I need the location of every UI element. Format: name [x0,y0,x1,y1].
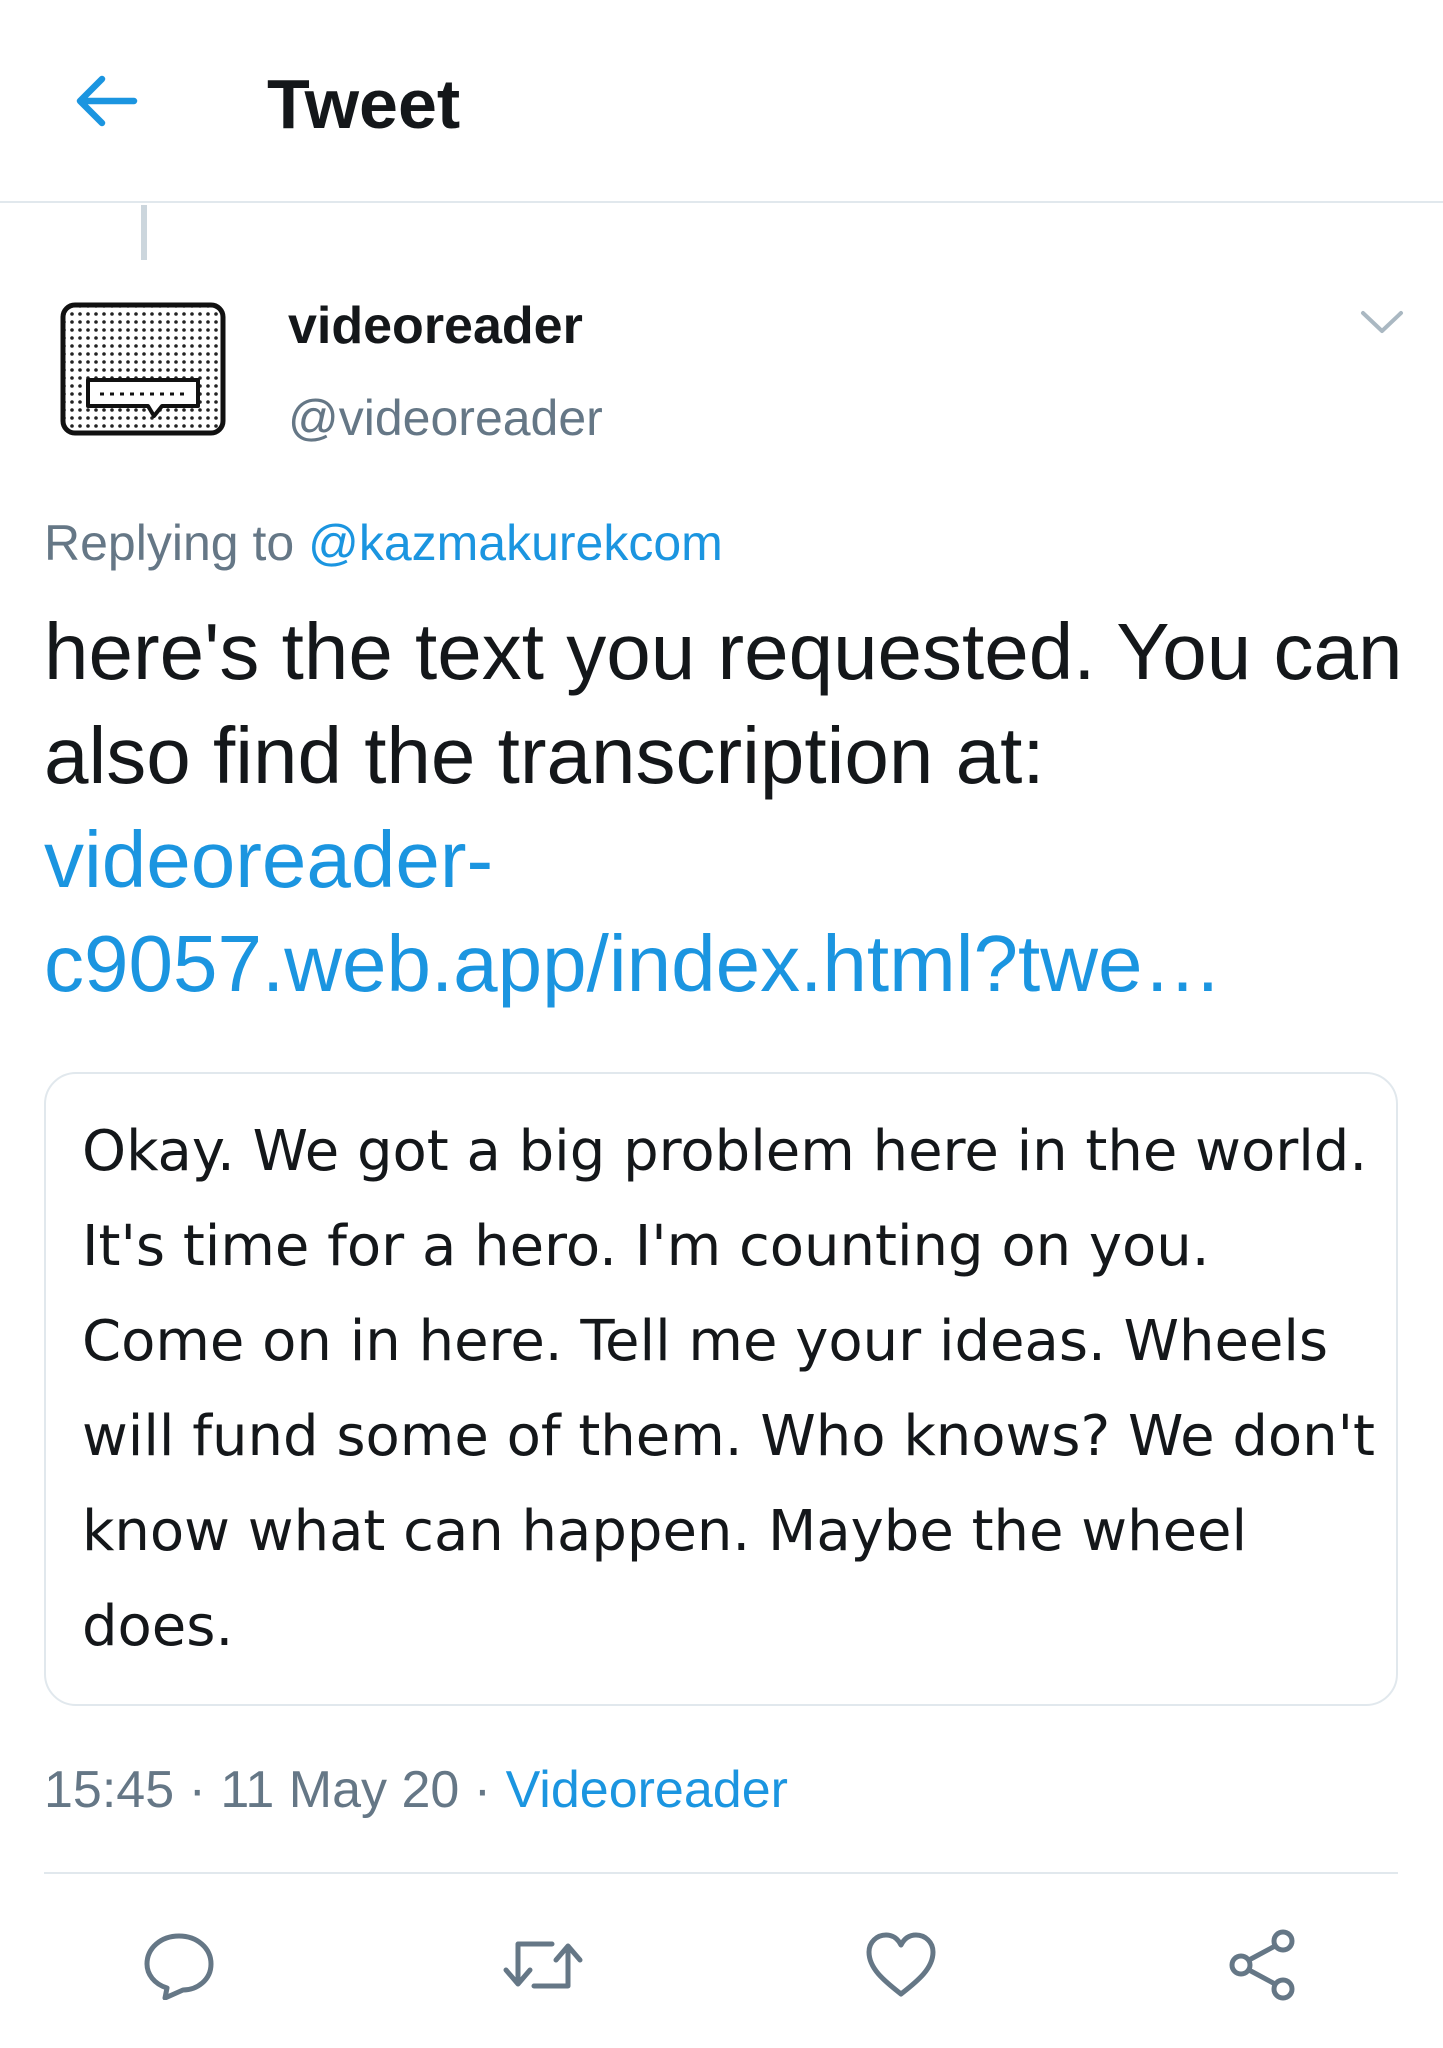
chevron-down-icon [1361,311,1403,333]
share-icon [1229,1929,1295,2001]
quote-card[interactable]: Okay. We got a big problem here in the w… [44,1072,1398,1706]
arrow-left-icon [76,75,138,127]
author-handle[interactable]: @videoreader [288,388,603,448]
tweet-source-link[interactable]: Videoreader [506,1761,788,1819]
avatar[interactable] [60,302,226,436]
tweet-meta: 15:45 · 11 May 20 · Videoreader [44,1758,788,1822]
tweet-menu-button[interactable] [1352,298,1412,346]
page-title: Tweet [267,65,461,143]
retweet-icon [503,1941,583,1989]
like-button[interactable] [856,1920,946,2010]
meta-separator: · [473,1761,492,1819]
reply-icon [144,1933,214,2000]
transcription-link[interactable]: videoreader-c9057.web.app/index.html?twe… [44,815,1222,1008]
replying-prefix: Replying to [44,515,295,571]
divider [44,1872,1398,1874]
tweet-text: here's the text you requested. You can a… [44,600,1404,1016]
meta-separator: · [188,1761,206,1819]
replying-to: Replying to @kazmakurekcom [44,512,723,574]
replying-to-handle-link[interactable]: @kazmakurekcom [308,515,723,571]
like-icon [866,1932,936,1997]
top-bar: Tweet [0,0,1443,203]
thread-connector-line [141,205,147,260]
retweet-button[interactable] [498,1920,588,2010]
reply-button[interactable] [134,1920,224,2010]
back-button[interactable] [62,58,148,144]
speech-bubble-avatar-icon [60,302,226,436]
share-button[interactable] [1218,1920,1308,2010]
quote-text: Okay. We got a big problem here in the w… [82,1119,1376,1659]
author-display-name[interactable]: videoreader [288,296,583,356]
tweet-body-text: here's the text you requested. You can a… [44,607,1403,800]
tweet-date: 11 May 20 [220,1761,460,1819]
tweet-time: 15:45 [44,1761,175,1819]
